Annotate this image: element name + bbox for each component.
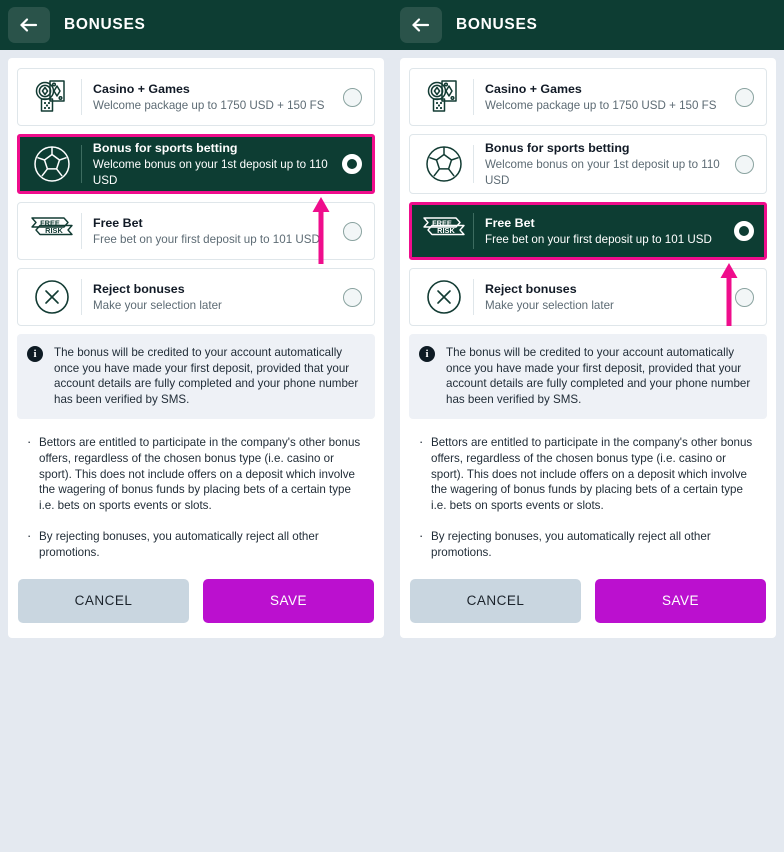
save-button[interactable]: SAVE bbox=[595, 578, 766, 623]
divider bbox=[81, 213, 82, 249]
option-text: Bonus for sports betting Welcome bonus o… bbox=[485, 140, 735, 188]
option-free-bet[interactable]: FREE RISK Free Bet Free bet on your firs… bbox=[17, 202, 375, 260]
radio-reject-bonuses[interactable] bbox=[343, 287, 362, 307]
arrow-left-icon bbox=[19, 17, 39, 33]
option-title: Free Bet bbox=[485, 215, 535, 230]
option-subtitle: Welcome bonus on your 1st deposit up to … bbox=[92, 158, 328, 187]
option-title: Bonus for sports betting bbox=[484, 141, 630, 155]
circle-x-icon bbox=[416, 274, 472, 320]
save-button[interactable]: SAVE bbox=[203, 578, 374, 623]
terms-list: · Bettors are entitled to participate in… bbox=[17, 419, 375, 572]
option-sports-betting[interactable]: Bonus for sports betting Welcome bonus o… bbox=[17, 134, 375, 194]
cancel-button[interactable]: CANCEL bbox=[410, 578, 581, 623]
top-bar: BONUSES bbox=[0, 0, 392, 50]
option-text: Bonus for sports betting Welcome bonus o… bbox=[93, 140, 342, 188]
list-item-text: By rejecting bonuses, you automatically … bbox=[39, 530, 319, 559]
option-subtitle: Welcome bonus on your 1st deposit up to … bbox=[484, 158, 720, 187]
radio-free-bet[interactable] bbox=[343, 221, 362, 241]
list-item: · By rejecting bonuses, you automaticall… bbox=[27, 529, 367, 560]
divider bbox=[473, 145, 474, 183]
circle-x-icon bbox=[24, 274, 80, 320]
option-text: Reject bonuses Make your selection later bbox=[93, 281, 343, 314]
divider bbox=[473, 279, 474, 315]
panel-left: BONUSES Casino + Games Welcome package u… bbox=[0, 0, 392, 638]
option-subtitle: Make your selection later bbox=[485, 298, 614, 312]
option-text: Casino + Games Welcome package up to 175… bbox=[485, 81, 735, 114]
soccer-ball-icon bbox=[24, 141, 80, 187]
divider bbox=[81, 279, 82, 315]
bonuses-card-right: Casino + Games Welcome package up to 175… bbox=[400, 58, 776, 638]
option-text: Free Bet Free bet on your first deposit … bbox=[93, 215, 343, 248]
option-reject-bonuses[interactable]: Reject bonuses Make your selection later bbox=[409, 268, 767, 326]
list-item: · By rejecting bonuses, you automaticall… bbox=[419, 529, 759, 560]
casino-chips-cards-icon bbox=[24, 74, 80, 120]
bullet-dot: · bbox=[27, 528, 32, 544]
option-reject-bonuses[interactable]: Reject bonuses Make your selection later bbox=[17, 268, 375, 326]
option-title: Casino + Games bbox=[485, 81, 582, 96]
divider bbox=[473, 79, 474, 115]
option-subtitle: Welcome package up to 1750 USD + 150 FS bbox=[93, 98, 325, 112]
divider bbox=[81, 145, 82, 183]
screen: BONUSES Casino + Games Welcome package u… bbox=[0, 0, 784, 852]
option-text: Reject bonuses Make your selection later bbox=[485, 281, 735, 314]
option-title: Reject bonuses bbox=[93, 281, 185, 296]
action-bar: CANCEL SAVE bbox=[409, 573, 767, 629]
terms-list: · Bettors are entitled to participate in… bbox=[409, 419, 767, 572]
radio-sports-betting[interactable] bbox=[735, 154, 754, 174]
option-subtitle: Free bet on your first deposit up to 101… bbox=[485, 232, 712, 246]
risk-label: RISK bbox=[437, 226, 455, 235]
risk-label: RISK bbox=[45, 226, 63, 235]
page-title: BONUSES bbox=[456, 16, 538, 33]
option-sports-betting[interactable]: Bonus for sports betting Welcome bonus o… bbox=[409, 134, 767, 194]
info-text: The bonus will be credited to your accou… bbox=[54, 346, 359, 406]
info-banner: i The bonus will be credited to your acc… bbox=[17, 334, 375, 420]
list-item: · Bettors are entitled to participate in… bbox=[27, 435, 367, 513]
cancel-button[interactable]: CANCEL bbox=[18, 578, 189, 623]
back-button[interactable] bbox=[8, 7, 50, 43]
info-banner: i The bonus will be credited to your acc… bbox=[409, 334, 767, 420]
option-free-bet[interactable]: FREE RISK Free Bet Free bet on your firs… bbox=[409, 202, 767, 260]
option-subtitle: Welcome package up to 1750 USD + 150 FS bbox=[485, 98, 717, 112]
info-text: The bonus will be credited to your accou… bbox=[446, 346, 751, 406]
bullet-dot: · bbox=[419, 528, 424, 544]
arrow-left-icon bbox=[411, 17, 431, 33]
list-item-text: By rejecting bonuses, you automatically … bbox=[431, 530, 711, 559]
option-title: Bonus for sports betting bbox=[92, 141, 238, 155]
option-title: Casino + Games bbox=[93, 81, 190, 96]
divider bbox=[473, 213, 474, 249]
option-subtitle: Make your selection later bbox=[93, 298, 222, 312]
bonuses-card-left: Casino + Games Welcome package up to 175… bbox=[8, 58, 384, 638]
option-title: Reject bonuses bbox=[485, 281, 577, 296]
divider bbox=[81, 79, 82, 115]
casino-chips-cards-icon bbox=[416, 74, 472, 120]
free-risk-ribbon-icon: FREE RISK bbox=[24, 208, 80, 254]
info-circle-icon: i bbox=[27, 346, 43, 362]
radio-casino-games[interactable] bbox=[735, 87, 754, 107]
option-subtitle: Free bet on your first deposit up to 101… bbox=[93, 232, 320, 246]
bullet-dot: · bbox=[419, 434, 424, 450]
list-item: · Bettors are entitled to participate in… bbox=[419, 435, 759, 513]
back-button[interactable] bbox=[400, 7, 442, 43]
top-bar: BONUSES bbox=[392, 0, 784, 50]
list-item-text: Bettors are entitled to participate in t… bbox=[39, 436, 361, 512]
option-casino-games[interactable]: Casino + Games Welcome package up to 175… bbox=[409, 68, 767, 126]
radio-free-bet[interactable] bbox=[734, 221, 754, 241]
list-item-text: Bettors are entitled to participate in t… bbox=[431, 436, 753, 512]
panel-right: BONUSES Casino + Games Welcome package u… bbox=[392, 0, 784, 638]
page-title: BONUSES bbox=[64, 16, 146, 33]
bullet-dot: · bbox=[27, 434, 32, 450]
soccer-ball-icon bbox=[416, 141, 472, 187]
action-bar: CANCEL SAVE bbox=[17, 573, 375, 629]
option-casino-games[interactable]: Casino + Games Welcome package up to 175… bbox=[17, 68, 375, 126]
radio-sports-betting[interactable] bbox=[342, 154, 362, 174]
info-circle-icon: i bbox=[419, 346, 435, 362]
radio-casino-games[interactable] bbox=[343, 87, 362, 107]
option-text: Free Bet Free bet on your first deposit … bbox=[485, 215, 734, 248]
option-title: Free Bet bbox=[93, 215, 143, 230]
radio-reject-bonuses[interactable] bbox=[735, 287, 754, 307]
free-risk-ribbon-icon: FREE RISK bbox=[416, 208, 472, 254]
option-text: Casino + Games Welcome package up to 175… bbox=[93, 81, 343, 114]
